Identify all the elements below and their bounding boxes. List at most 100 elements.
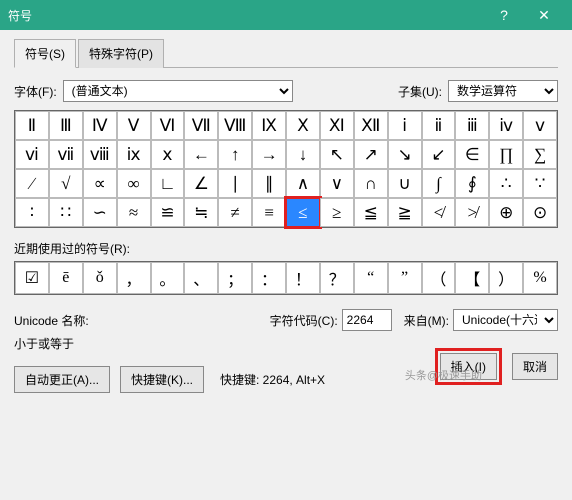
symbol-cell[interactable]: ∧ — [286, 169, 320, 198]
symbol-cell[interactable]: Ⅵ — [151, 111, 185, 140]
symbol-cell[interactable]: ⊙ — [523, 198, 557, 227]
symbol-cell[interactable]: ∠ — [184, 169, 218, 198]
insert-button[interactable]: 插入(I) — [440, 353, 497, 380]
symbol-cell[interactable]: ∈ — [455, 140, 489, 169]
recent-cell[interactable]: ǒ — [83, 262, 117, 294]
symbol-cell[interactable]: ∥ — [252, 169, 286, 198]
symbol-cell[interactable]: ≌ — [151, 198, 185, 227]
symbol-cell[interactable]: ∽ — [83, 198, 117, 227]
symbol-cell[interactable]: √ — [49, 169, 83, 198]
recent-cell[interactable]: ！ — [286, 262, 320, 294]
shortcut-button[interactable]: 快捷键(K)... — [120, 366, 204, 393]
symbol-cell[interactable]: Ⅶ — [184, 111, 218, 140]
recent-cell[interactable]: % — [523, 262, 557, 294]
symbol-cell[interactable]: ⅴ — [523, 111, 557, 140]
footer: 插入(I) 取消 — [435, 348, 558, 385]
symbol-cell[interactable]: ⅹ — [151, 140, 185, 169]
symbol-cell[interactable]: ∶ — [15, 198, 49, 227]
symbol-cell[interactable]: Ⅱ — [15, 111, 49, 140]
symbol-cell[interactable]: ∏ — [489, 140, 523, 169]
recent-cell[interactable]: 【 — [455, 262, 489, 294]
recent-cell[interactable]: 、 — [184, 262, 218, 294]
symbol-cell[interactable]: ← — [184, 140, 218, 169]
symbol-cell[interactable]: ⅶ — [49, 140, 83, 169]
symbol-cell[interactable]: ∪ — [388, 169, 422, 198]
tab-symbols[interactable]: 符号(S) — [14, 39, 76, 68]
symbol-cell[interactable]: Ⅹ — [286, 111, 320, 140]
symbol-cell[interactable]: Ⅻ — [354, 111, 388, 140]
font-select[interactable]: (普通文本) — [63, 80, 293, 102]
symbol-cell[interactable]: ∣ — [218, 169, 252, 198]
symbol-cell[interactable]: ⅳ — [489, 111, 523, 140]
recent-cell[interactable]: （ — [422, 262, 456, 294]
symbol-cell[interactable]: ↑ — [218, 140, 252, 169]
symbol-cell[interactable]: ≦ — [354, 198, 388, 227]
symbol-cell[interactable]: ↗ — [354, 140, 388, 169]
from-label: 来自(M): — [404, 312, 449, 329]
meta-row: Unicode 名称: 字符代码(C): 来自(M): Unicode(十六进 — [14, 309, 558, 331]
cancel-button[interactable]: 取消 — [512, 353, 558, 380]
symbol-cell[interactable]: ↖ — [320, 140, 354, 169]
symbol-cell[interactable]: ⊕ — [489, 198, 523, 227]
dialog-body: 符号(S) 特殊字符(P) 字体(F): (普通文本) 子集(U): 数学运算符… — [0, 30, 572, 393]
recent-cell[interactable]: ： — [252, 262, 286, 294]
symbol-cell[interactable]: ⅵ — [15, 140, 49, 169]
symbol-cell[interactable]: ⅰ — [388, 111, 422, 140]
recent-cell[interactable]: ？ — [320, 262, 354, 294]
symbol-cell[interactable]: ↓ — [286, 140, 320, 169]
symbol-cell[interactable]: ≥ — [320, 198, 354, 227]
symbol-cell[interactable]: ≈ — [117, 198, 151, 227]
symbol-cell[interactable]: ∷ — [49, 198, 83, 227]
symbol-cell[interactable]: ≒ — [184, 198, 218, 227]
symbol-cell[interactable]: ∴ — [489, 169, 523, 198]
symbol-cell[interactable]: ⅲ — [455, 111, 489, 140]
from-select[interactable]: Unicode(十六进 — [453, 309, 558, 331]
symbol-cell[interactable]: ≯ — [455, 198, 489, 227]
recent-cell[interactable]: “ — [354, 262, 388, 294]
symbol-grid: ⅡⅢⅣⅤⅥⅦⅧⅨⅩⅪⅫⅰⅱⅲⅳⅴ ⅵⅶⅷⅸⅹ←↑→↓↖↗↘↙∈∏∑ ∕√∝∞∟∠∣∥… — [14, 110, 558, 228]
symbol-cell[interactable]: ∑ — [523, 140, 557, 169]
symbol-cell[interactable]: ∨ — [320, 169, 354, 198]
symbol-cell[interactable]: ≮ — [422, 198, 456, 227]
recent-cell[interactable]: ” — [388, 262, 422, 294]
close-icon[interactable]: ✕ — [524, 7, 564, 24]
recent-cell[interactable]: ē — [49, 262, 83, 294]
autocorrect-button[interactable]: 自动更正(A)... — [14, 366, 110, 393]
insert-highlight: 插入(I) — [435, 348, 502, 385]
symbol-cell[interactable]: Ⅷ — [218, 111, 252, 140]
recent-cell[interactable]: ） — [489, 262, 523, 294]
symbol-cell[interactable]: Ⅳ — [83, 111, 117, 140]
symbol-cell[interactable]: ∕ — [15, 169, 49, 198]
symbol-cell[interactable]: ∝ — [83, 169, 117, 198]
recent-cell[interactable]: ☑ — [15, 262, 49, 294]
symbol-cell[interactable]: Ⅸ — [252, 111, 286, 140]
symbol-cell[interactable]: ≠ — [218, 198, 252, 227]
symbol-cell[interactable]: ↘ — [388, 140, 422, 169]
titlebar: 符号 ? ✕ — [0, 0, 572, 30]
symbol-cell[interactable]: ∵ — [523, 169, 557, 198]
symbol-cell[interactable]: ∫ — [422, 169, 456, 198]
tab-special[interactable]: 特殊字符(P) — [78, 39, 164, 68]
symbol-cell[interactable]: ≤ — [286, 198, 320, 227]
symbol-cell[interactable]: Ⅴ — [117, 111, 151, 140]
symbol-cell[interactable]: → — [252, 140, 286, 169]
symbol-cell[interactable]: ↙ — [422, 140, 456, 169]
recent-cell[interactable]: 。 — [151, 262, 185, 294]
symbol-cell[interactable]: ∩ — [354, 169, 388, 198]
symbol-cell[interactable]: ≧ — [388, 198, 422, 227]
unicode-name-label: Unicode 名称: — [14, 312, 89, 329]
symbol-cell[interactable]: ∞ — [117, 169, 151, 198]
symbol-cell[interactable]: ∮ — [455, 169, 489, 198]
symbol-cell[interactable]: ⅷ — [83, 140, 117, 169]
symbol-cell[interactable]: ≡ — [252, 198, 286, 227]
symbol-cell[interactable]: ⅸ — [117, 140, 151, 169]
symbol-cell[interactable]: Ⅺ — [320, 111, 354, 140]
symbol-cell[interactable]: Ⅲ — [49, 111, 83, 140]
symbol-cell[interactable]: ∟ — [151, 169, 185, 198]
help-icon[interactable]: ? — [484, 7, 524, 23]
recent-cell[interactable]: ； — [218, 262, 252, 294]
recent-cell[interactable]: ， — [117, 262, 151, 294]
subset-select[interactable]: 数学运算符 — [448, 80, 558, 102]
symbol-cell[interactable]: ⅱ — [422, 111, 456, 140]
char-code-input[interactable] — [342, 309, 392, 331]
